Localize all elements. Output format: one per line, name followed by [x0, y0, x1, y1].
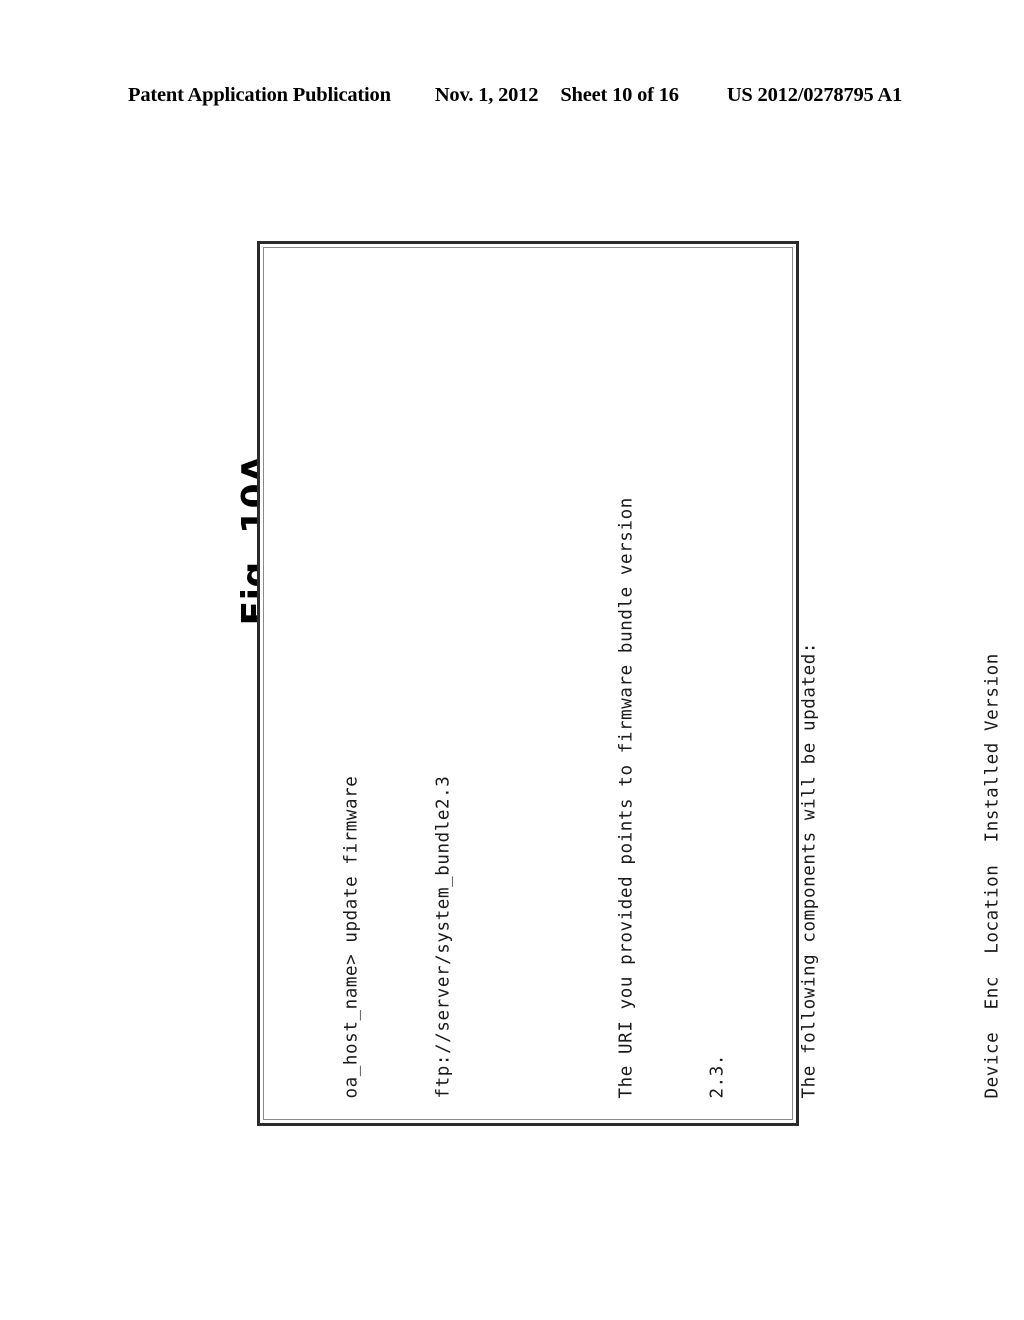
- terminal-message-1a: The URI you provided points to firmware …: [615, 496, 636, 1098]
- figure-area: Fig. 10A oa_host_name> update firmware f…: [0, 180, 1024, 1180]
- publication-label: Patent Application Publication: [128, 84, 391, 106]
- publication-number: US 2012/0278795 A1: [726, 84, 903, 106]
- patent-header: Patent Application Publication Nov. 1, 2…: [128, 84, 902, 107]
- terminal-uri-line: ftp://server/system_bundle2.3: [432, 775, 453, 1098]
- terminal-window: oa_host_name> update firmware ftp://serv…: [257, 241, 1002, 1126]
- terminal-output: oa_host_name> update firmware ftp://serv…: [275, 497, 1024, 1098]
- table-header-row: Device Enc Location Installed Version: [981, 652, 1002, 1098]
- sheet-number: Sheet 10 of 16: [560, 84, 679, 106]
- terminal-blank-1: [519, 497, 550, 1098]
- terminal-rotation-wrapper: oa_host_name> update firmware ftp://serv…: [267, 251, 1002, 1116]
- publication-date: Nov. 1, 2012: [434, 84, 539, 106]
- terminal-blank-2: [885, 497, 916, 1098]
- terminal-message-2: The following components will be updated…: [798, 641, 819, 1098]
- terminal-prompt-line: oa_host_name> update firmware: [341, 775, 361, 1098]
- terminal-message-1b: 2.3.: [707, 1053, 727, 1098]
